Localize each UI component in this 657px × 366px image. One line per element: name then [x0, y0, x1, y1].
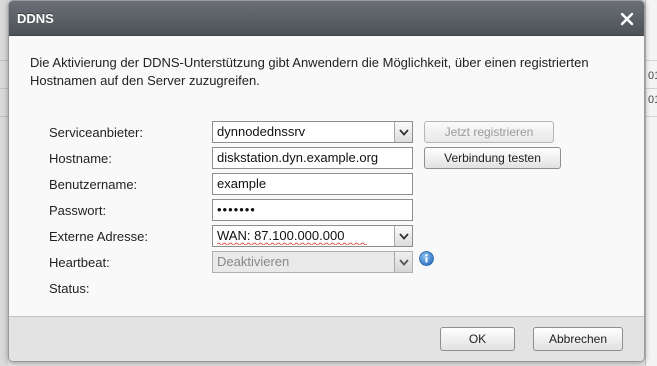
dialog-description: Die Aktivierung der DDNS-Unterstützung g…	[30, 55, 589, 88]
provider-select[interactable]: dynnodednssrv	[212, 121, 413, 143]
hostname-input[interactable]: diskstation.dyn.example.org	[212, 147, 413, 169]
external-address-value: WAN: 87.100.000.000	[217, 228, 345, 243]
dialog-title: DDNS	[17, 11, 54, 26]
cancel-button[interactable]: Abbrechen	[533, 327, 623, 351]
dropdown-arrow-icon[interactable]	[394, 122, 412, 142]
ok-button[interactable]: OK	[440, 327, 515, 351]
external-address-label: Externe Adresse:	[49, 229, 148, 244]
provider-label: Serviceanbieter:	[49, 125, 143, 140]
username-label: Benutzername:	[49, 177, 138, 192]
ddns-dialog: DDNS Die Aktivierung der DDNS-Unterstütz…	[8, 0, 645, 362]
external-address-select[interactable]: WAN: 87.100.000.000	[212, 225, 413, 247]
dialog-titlebar[interactable]: DDNS	[9, 1, 644, 36]
background-window-right: 01 01	[645, 0, 657, 366]
dropdown-arrow-icon[interactable]	[394, 252, 412, 272]
heartbeat-label: Heartbeat:	[49, 255, 110, 270]
background-window-left	[0, 0, 8, 366]
provider-value: dynnodednssrv	[217, 124, 306, 139]
close-button[interactable]	[618, 10, 636, 28]
heartbeat-select[interactable]: Deaktivieren	[212, 251, 413, 273]
dropdown-arrow-icon[interactable]	[394, 226, 412, 246]
close-icon	[620, 12, 634, 26]
password-input[interactable]: •••••••	[212, 199, 413, 221]
test-connection-button[interactable]: Verbindung testen	[424, 147, 561, 169]
background-text: 01	[648, 94, 657, 106]
status-label: Status:	[49, 281, 90, 296]
register-now-button[interactable]: Jetzt registrieren	[424, 121, 554, 143]
hostname-label: Hostname:	[49, 151, 112, 166]
dialog-footer: OK Abbrechen	[9, 316, 644, 361]
info-icon[interactable]	[419, 251, 434, 266]
password-label: Passwort:	[49, 203, 107, 218]
spellcheck-squiggle	[217, 242, 367, 245]
heartbeat-value: Deaktivieren	[217, 254, 290, 269]
background-text: 01	[648, 70, 657, 82]
username-input[interactable]: example	[212, 173, 413, 195]
